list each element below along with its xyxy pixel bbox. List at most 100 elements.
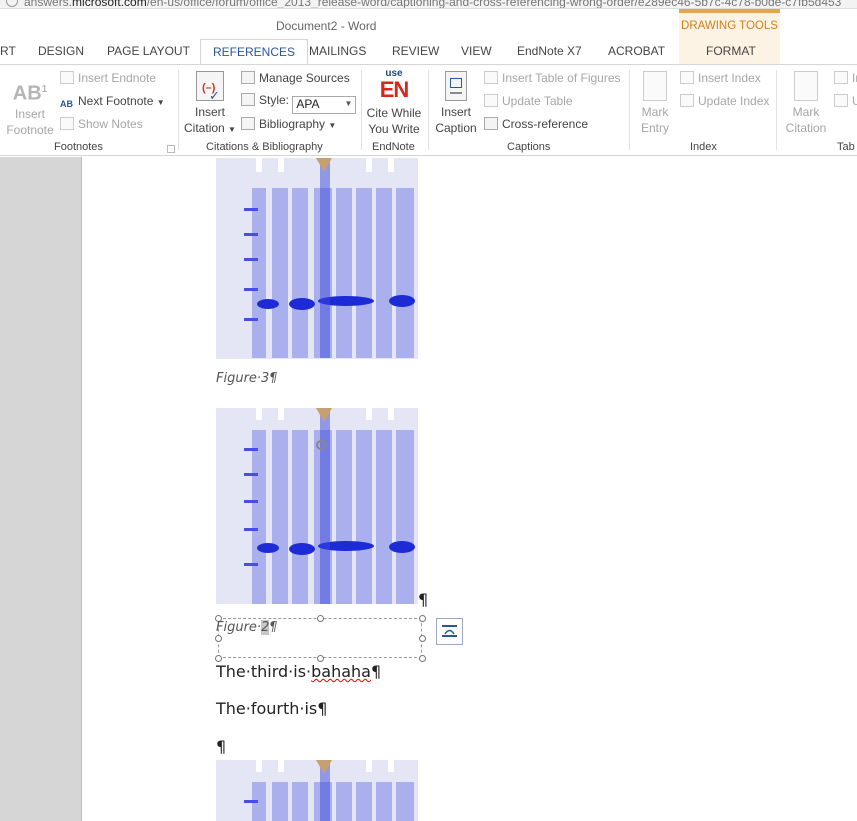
mark-entry-label-2: Entry <box>640 121 669 135</box>
tab-format[interactable]: FORMAT <box>706 44 756 58</box>
layout-options-icon <box>442 625 457 637</box>
insert-caption-icon <box>445 71 467 101</box>
insert-footnote-button[interactable]: AB1 Insert Footnote <box>4 73 56 138</box>
caption-prefix: Figure· <box>216 620 262 635</box>
chevron-down-icon: ▼ <box>328 121 337 130</box>
mark-entry-icon <box>643 71 667 101</box>
para-third-mark: ¶ <box>370 662 382 681</box>
resize-handle-icon[interactable] <box>419 615 426 622</box>
paragraph-empty[interactable]: ¶ <box>216 737 226 756</box>
tab-insert[interactable]: RT <box>0 44 16 58</box>
insert-endnote-label: Insert Endnote <box>78 71 157 85</box>
resize-handle-icon[interactable] <box>317 655 324 662</box>
footnotes-dialog-launcher-icon[interactable] <box>167 145 175 153</box>
mark-citation-icon <box>794 71 818 101</box>
window-title: Document2 - Word <box>276 19 377 33</box>
style-selector[interactable]: Style: APA ▼ <box>241 93 357 114</box>
mark-citation-label-2: Citation <box>785 121 827 135</box>
para-third-text: The·third·is· <box>216 662 312 681</box>
endnote-icon <box>60 71 74 84</box>
next-footnote-label: Next Footnote <box>78 94 154 108</box>
insert-caption-label-1: Insert <box>440 105 471 119</box>
manage-sources-button[interactable]: Manage Sources <box>241 71 350 85</box>
tab-endnote[interactable]: EndNote X7 <box>517 44 582 58</box>
navigation-margin <box>0 157 82 821</box>
tab-acrobat[interactable]: ACROBAT <box>608 44 665 58</box>
footnote-icon: AB1 <box>12 82 48 105</box>
citations-group-label: Citations & Bibliography <box>206 141 323 153</box>
insert-table-of-figures-label: Insert Table of Figures <box>502 71 621 85</box>
update-index-button[interactable]: Update Index <box>680 94 769 108</box>
insert-index-button[interactable]: Insert Index <box>680 71 761 85</box>
show-notes-button[interactable]: Show Notes <box>60 117 143 131</box>
resize-handle-icon[interactable] <box>215 635 222 642</box>
chevron-down-icon[interactable]: ▼ <box>157 98 165 107</box>
tab-view[interactable]: VIEW <box>461 44 492 58</box>
resize-handle-icon[interactable] <box>317 615 324 622</box>
next-footnote-button[interactable]: AB Next Footnote ▼ <box>60 94 165 112</box>
update-table-button[interactable]: Update Table <box>484 94 573 108</box>
bibliography-label: Bibliography <box>259 117 326 131</box>
show-notes-label: Show Notes <box>78 117 143 131</box>
tab-design[interactable]: DESIGN <box>38 44 84 58</box>
cite-label-1: Cite While <box>366 106 422 120</box>
document-area[interactable] <box>0 157 857 821</box>
rotate-handle-icon[interactable] <box>316 440 326 450</box>
insert-citation-button[interactable]: (–) ✓ Insert Citation ▼ <box>183 71 237 138</box>
gel-image-icon <box>216 408 418 604</box>
layout-options-button[interactable] <box>436 618 463 645</box>
browser-url-bar[interactable]: answers.microsoft.com/en-us/office/forum… <box>0 0 857 9</box>
insert-caption-button[interactable]: Insert Caption <box>432 71 480 136</box>
misspelled-word[interactable]: bahaha <box>311 662 371 681</box>
paragraph-fourth[interactable]: The·fourth·is¶ <box>216 699 327 718</box>
mark-entry-button[interactable]: Mark Entry <box>634 71 676 136</box>
mark-entry-label-1: Mark <box>641 105 669 119</box>
style-label: Style: <box>259 93 290 107</box>
update-table-icon <box>484 94 498 107</box>
cite-label-2: You Write <box>368 122 420 136</box>
caption-figure-2[interactable]: Figure·2¶ <box>216 620 278 635</box>
tab-page-layout[interactable]: PAGE LAYOUT <box>107 44 190 58</box>
cross-reference-icon <box>484 117 498 130</box>
endnote-group-label: EndNote <box>372 141 415 153</box>
index-group-label: Index <box>690 141 717 153</box>
footnotes-group-label: Footnotes <box>54 141 103 153</box>
gel-image-icon <box>216 760 418 821</box>
url-text: answers.microsoft.com/en-us/office/forum… <box>24 0 842 9</box>
tab-mailings[interactable]: MAILINGS <box>309 44 366 58</box>
bibliography-icon <box>241 117 255 130</box>
toa-update-label: U <box>852 94 857 108</box>
drawing-tools-label: DRAWING TOOLS <box>681 20 778 32</box>
insert-citation-label-2: Citation <box>184 121 225 135</box>
tab-references[interactable]: REFERENCES <box>200 39 309 65</box>
tab-review[interactable]: REVIEW <box>392 44 439 58</box>
mark-citation-button[interactable]: Mark Citation <box>782 71 830 136</box>
update-index-label: Update Index <box>698 94 770 108</box>
cite-while-you-write-button[interactable]: use EN Cite While You Write <box>364 69 424 137</box>
insert-citation-label-1: Insert <box>194 105 225 119</box>
endnote-logo-icon: use EN <box>379 68 410 102</box>
update-table-of-authorities-button[interactable]: U <box>834 94 857 108</box>
mark-citation-label-1: Mark <box>792 105 820 119</box>
cross-reference-button[interactable]: Cross-reference <box>484 117 588 131</box>
figure-image-3[interactable] <box>216 760 418 821</box>
bibliography-button[interactable]: Bibliography ▼ <box>241 117 336 131</box>
insert-citation-icon: (–) ✓ <box>196 71 224 103</box>
insert-table-of-figures-button[interactable]: Insert Table of Figures <box>484 71 621 85</box>
figure-image-1[interactable] <box>216 158 418 359</box>
style-icon <box>241 93 255 106</box>
group-divider <box>776 70 777 150</box>
resize-handle-icon[interactable] <box>419 655 426 662</box>
insert-table-of-authorities-button[interactable]: In <box>834 71 857 85</box>
caption-figure-3[interactable]: Figure·3¶ <box>216 371 278 386</box>
next-footnote-icon: AB <box>60 99 73 109</box>
manage-sources-icon <box>241 71 255 84</box>
figure-image-2[interactable] <box>216 408 418 604</box>
style-dropdown[interactable]: APA ▼ <box>292 96 357 114</box>
reload-icon[interactable] <box>6 0 18 7</box>
resize-handle-icon[interactable] <box>215 655 222 662</box>
resize-handle-icon[interactable] <box>419 635 426 642</box>
ribbon: AB1 Insert Footnote Insert Endnote AB Nex… <box>0 64 857 156</box>
insert-endnote-button[interactable]: Insert Endnote <box>60 71 156 85</box>
paragraph-third[interactable]: The·third·is·bahaha¶ <box>216 662 381 681</box>
